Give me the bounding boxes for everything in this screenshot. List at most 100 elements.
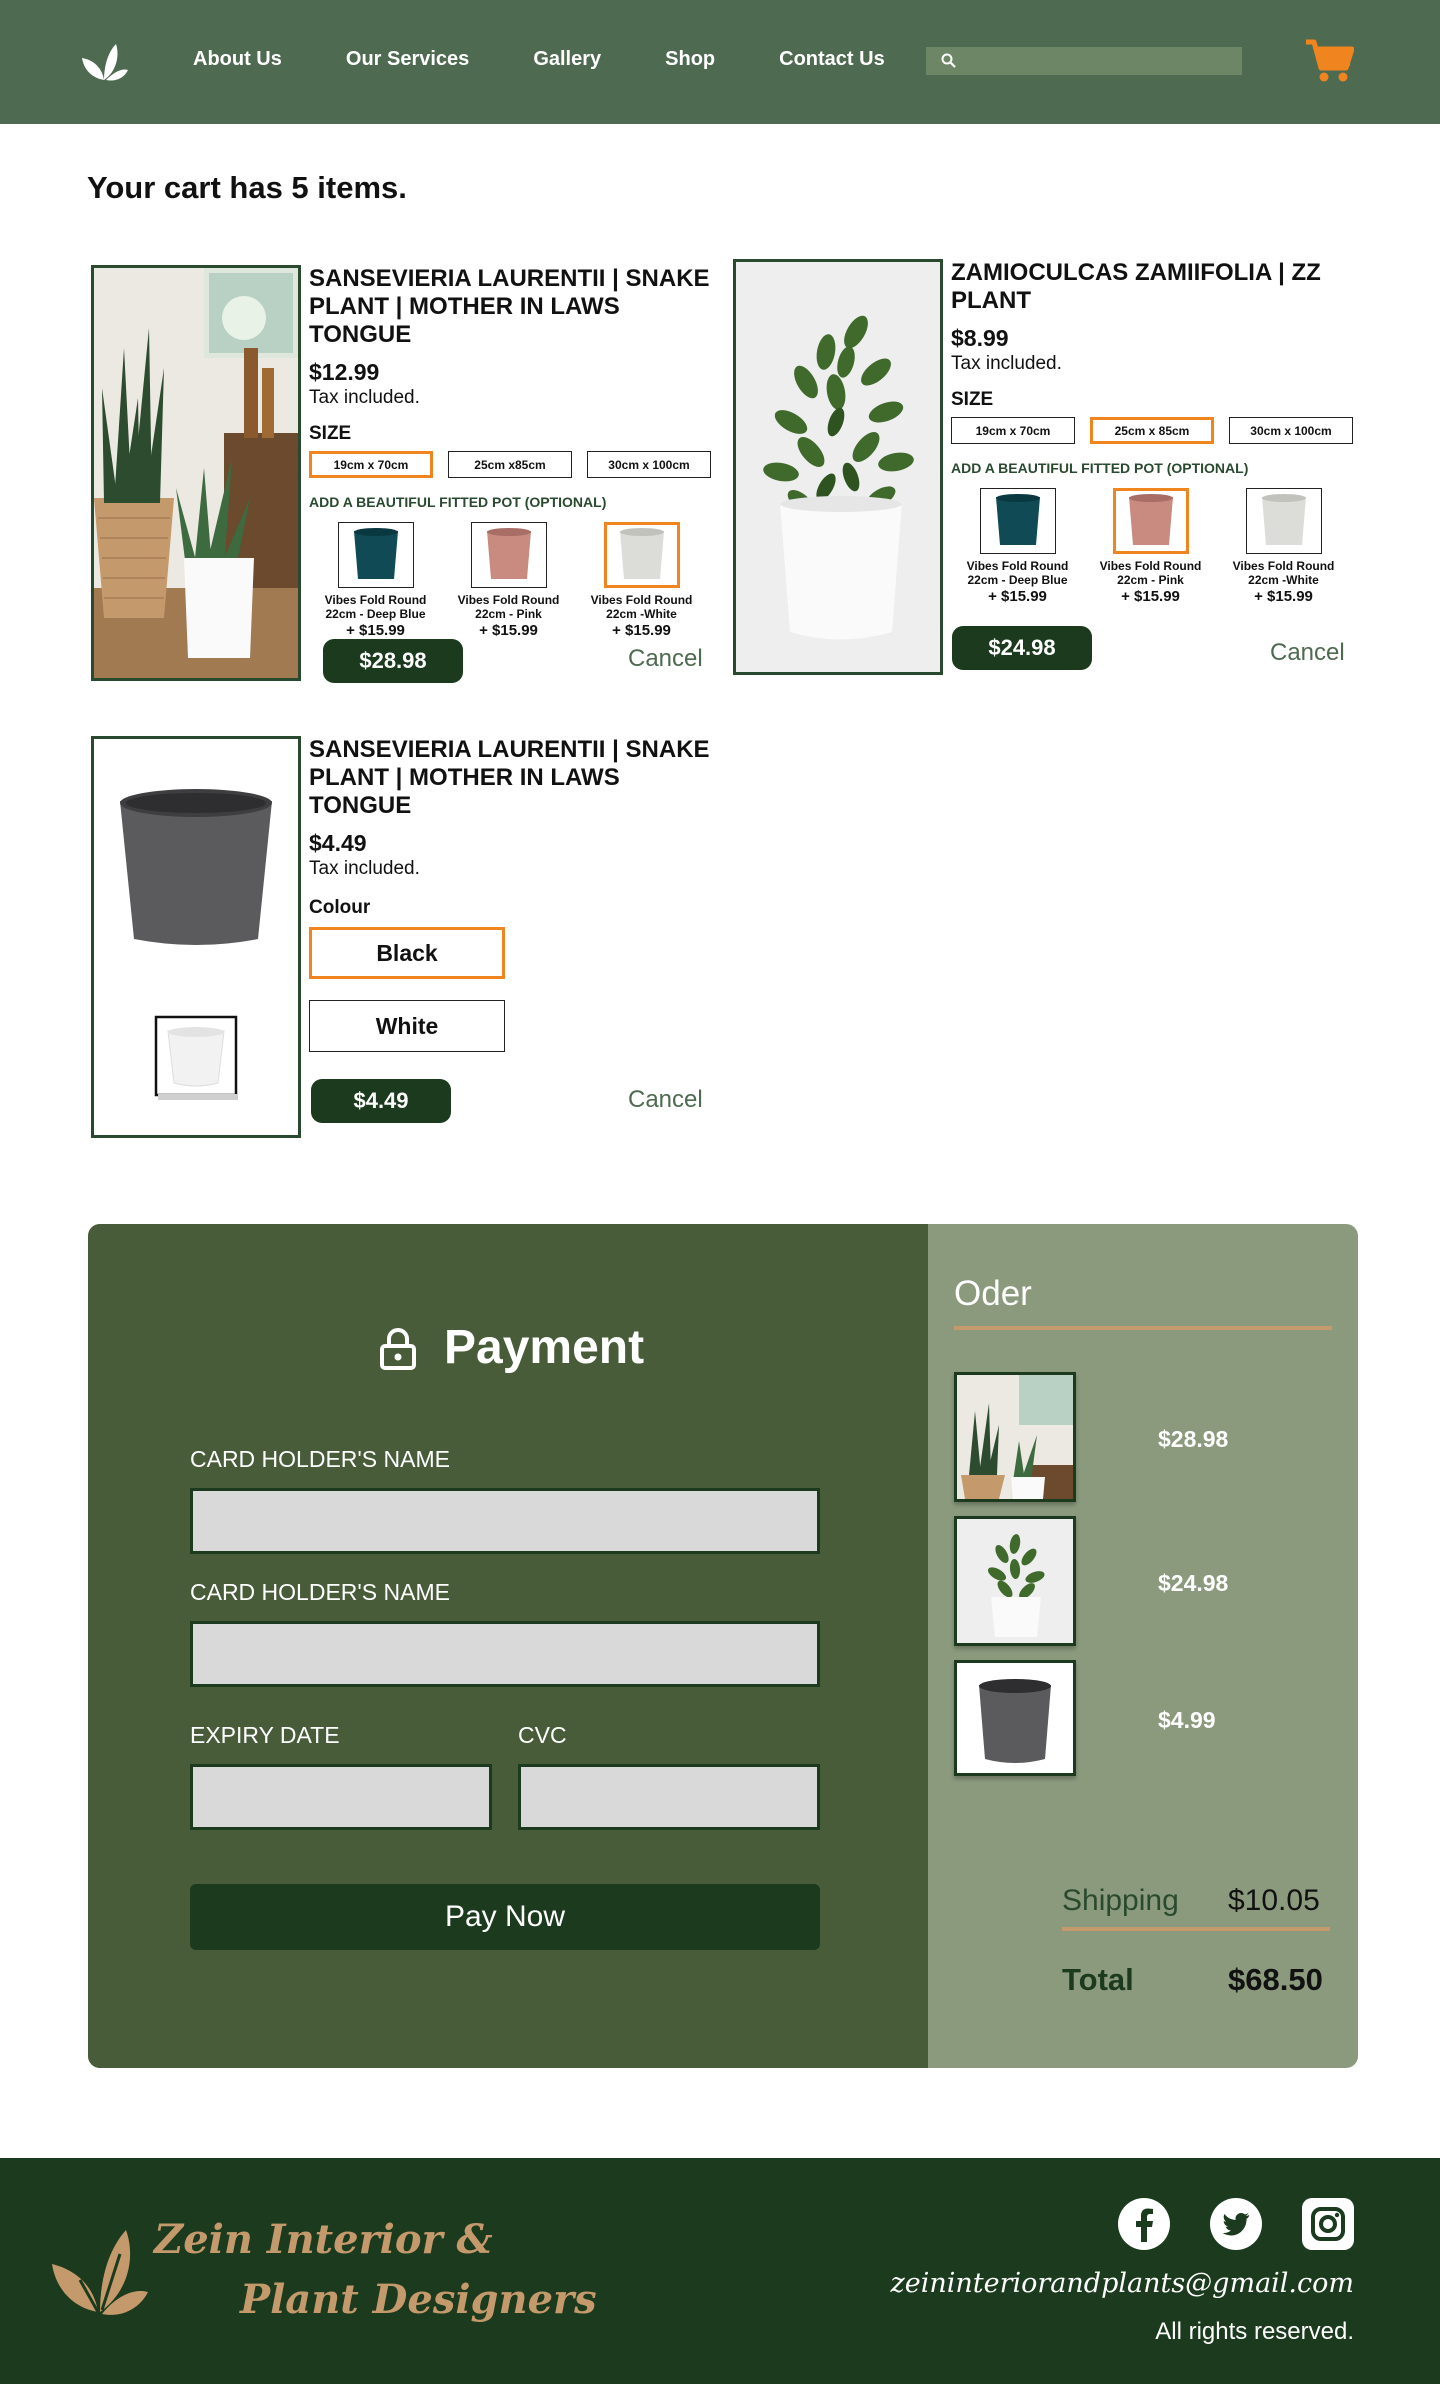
pot-price: + $15.99	[346, 622, 405, 639]
size-option-30x100[interactable]: 30cm x 100cm	[1229, 417, 1353, 444]
pot-option-pink[interactable]: Vibes Fold Round 22cm - Pink + $15.99	[442, 522, 575, 639]
grey-pot-photo	[91, 736, 301, 1138]
total-value: $68.50	[1228, 1962, 1323, 1997]
brand-name-line-1: Zein Interior &	[154, 2216, 493, 2263]
order-item-price: $4.99	[1158, 1707, 1216, 1733]
item-total-button[interactable]: $24.98	[952, 626, 1092, 670]
cancel-link[interactable]: Cancel	[1270, 639, 1345, 667]
pot-name: Vibes Fold Round 22cm - Deep Blue	[966, 559, 1069, 587]
size-label: SIZE	[309, 423, 352, 444]
search-input[interactable]	[966, 47, 1236, 75]
instagram-icon[interactable]	[1302, 2198, 1354, 2250]
lock-icon	[380, 1327, 416, 1370]
card-holder-label: CARD HOLDER'S NAME	[190, 1446, 450, 1472]
leaf-logo-icon	[52, 2230, 148, 2315]
nav-gallery[interactable]: Gallery	[533, 48, 601, 71]
tax-note: Tax included.	[309, 387, 420, 408]
pot-price: + $15.99	[988, 588, 1047, 605]
pot-option-deep-blue[interactable]: Vibes Fold Round 22cm - Deep Blue + $15.…	[951, 488, 1084, 605]
product-price: $4.49	[309, 830, 367, 856]
payment-title-text: Payment	[444, 1321, 645, 1374]
search-icon[interactable]	[940, 52, 958, 70]
pot-name: Vibes Fold Round 22cm -White	[590, 593, 693, 621]
size-option-25x85[interactable]: 25cm x85cm	[448, 451, 572, 478]
order-item-thumb	[954, 1516, 1076, 1646]
shipping-divider	[1062, 1927, 1330, 1931]
pot-swatch[interactable]	[979, 488, 1056, 554]
nav-shop[interactable]: Shop	[665, 48, 715, 71]
item-details: ZAMIOCULCAS ZAMIIFOLIA | ZZ PLANT $8.99 …	[951, 259, 1361, 605]
shipping-value: $10.05	[1228, 1884, 1320, 1917]
colour-option-black[interactable]: Black	[309, 927, 505, 979]
pot-name: Vibes Fold Round 22cm - Deep Blue	[324, 593, 427, 621]
nav-contact-us[interactable]: Contact Us	[779, 48, 885, 71]
twitter-icon[interactable]	[1210, 2198, 1262, 2250]
tax-note: Tax included.	[309, 858, 420, 879]
pay-now-button[interactable]: Pay Now	[190, 1884, 820, 1950]
facebook-icon[interactable]	[1118, 2198, 1170, 2250]
pot-swatch[interactable]	[1245, 488, 1322, 554]
contact-email[interactable]: zeininteriorandplants@gmail.com	[891, 2268, 1354, 2299]
product-price: $8.99	[951, 325, 1009, 351]
card-holder-label-2: CARD HOLDER'S NAME	[190, 1579, 450, 1605]
leaf-logo-icon[interactable]	[78, 40, 130, 84]
zz-plant-photo	[733, 259, 943, 675]
order-summary: Oder $28.98 $24.98 $4.99 Shipping $10.05…	[928, 1224, 1358, 2068]
expiry-date-label: EXPIRY DATE	[190, 1722, 340, 1748]
item-details: SANSEVIERIA LAURENTII | SNAKE PLANT | MO…	[309, 265, 719, 639]
payment-form: Payment CARD HOLDER'S NAME CARD HOLDER'S…	[88, 1224, 928, 2068]
size-option-19x70[interactable]: 19cm x 70cm	[309, 451, 433, 478]
order-title: Oder	[954, 1274, 1032, 1313]
pot-price: + $15.99	[612, 622, 671, 639]
pot-price: + $15.99	[1121, 588, 1180, 605]
top-nav: About Us Our Services Gallery Shop Conta…	[0, 0, 1440, 124]
cancel-link[interactable]: Cancel	[628, 645, 703, 673]
cart-icon[interactable]	[1304, 38, 1354, 84]
colour-option-white[interactable]: White	[309, 1000, 505, 1052]
main-menu: About Us Our Services Gallery Shop Conta…	[193, 48, 949, 71]
card-number-input[interactable]	[190, 1621, 820, 1687]
size-label: SIZE	[951, 389, 994, 410]
cart-item-snake-plant: SANSEVIERIA LAURENTII | SNAKE PLANT | MO…	[91, 265, 711, 685]
item-details: SANSEVIERIA LAURENTII | SNAKE PLANT | MO…	[309, 736, 719, 1052]
pot-swatch[interactable]	[337, 522, 414, 588]
brand-name-line-2: Plant Designers	[240, 2276, 597, 2323]
size-options: 19cm x 70cm 25cm x85cm 30cm x 100cm	[309, 451, 719, 478]
pot-name: Vibes Fold Round 22cm - Pink	[457, 593, 560, 621]
nav-our-services[interactable]: Our Services	[346, 48, 469, 71]
pot-price: + $15.99	[1254, 588, 1313, 605]
pot-name: Vibes Fold Round 22cm - Pink	[1099, 559, 1202, 587]
size-options: 19cm x 70cm 25cm x 85cm 30cm x 100cm	[951, 417, 1361, 444]
item-total-button[interactable]: $4.49	[311, 1079, 451, 1123]
snake-plant-photo	[91, 265, 301, 681]
order-item-thumb	[954, 1660, 1076, 1776]
order-item-price: $24.98	[1158, 1570, 1229, 1596]
colour-label: Colour	[309, 897, 371, 918]
pot-option-pink[interactable]: Vibes Fold Round 22cm - Pink + $15.99	[1084, 488, 1217, 605]
cvc-input[interactable]	[518, 1764, 820, 1830]
size-option-30x100[interactable]: 30cm x 100cm	[587, 451, 711, 478]
pot-label: ADD A BEAUTIFUL FITTED POT (OPTIONAL)	[951, 460, 1249, 476]
copyright-text: All rights reserved.	[1155, 2318, 1354, 2345]
shipping-label: Shipping	[1062, 1884, 1179, 1917]
cancel-link[interactable]: Cancel	[628, 1086, 703, 1114]
product-price: $12.99	[309, 359, 380, 385]
pot-option-deep-blue[interactable]: Vibes Fold Round 22cm - Deep Blue + $15.…	[309, 522, 442, 639]
pot-swatch[interactable]	[1112, 488, 1189, 554]
order-divider	[954, 1326, 1332, 1330]
pot-option-white[interactable]: Vibes Fold Round 22cm -White + $15.99	[575, 522, 708, 639]
cart-heading: Your cart has 5 items.	[87, 170, 407, 205]
size-option-25x85[interactable]: 25cm x 85cm	[1090, 417, 1214, 444]
tax-note: Tax included.	[951, 353, 1062, 374]
product-title: SANSEVIERIA LAURENTII | SNAKE PLANT | MO…	[309, 265, 710, 348]
nav-about-us[interactable]: About Us	[193, 48, 282, 71]
pot-swatch[interactable]	[470, 522, 547, 588]
size-option-19x70[interactable]: 19cm x 70cm	[951, 417, 1075, 444]
product-title: ZAMIOCULCAS ZAMIIFOLIA | ZZ PLANT	[951, 259, 1321, 314]
pot-swatch[interactable]	[603, 522, 680, 588]
card-holder-name-input[interactable]	[190, 1488, 820, 1554]
pot-option-white[interactable]: Vibes Fold Round 22cm -White + $15.99	[1217, 488, 1350, 605]
item-total-button[interactable]: $28.98	[323, 639, 463, 683]
expiry-date-input[interactable]	[190, 1764, 492, 1830]
cvc-label: CVC	[518, 1722, 567, 1748]
